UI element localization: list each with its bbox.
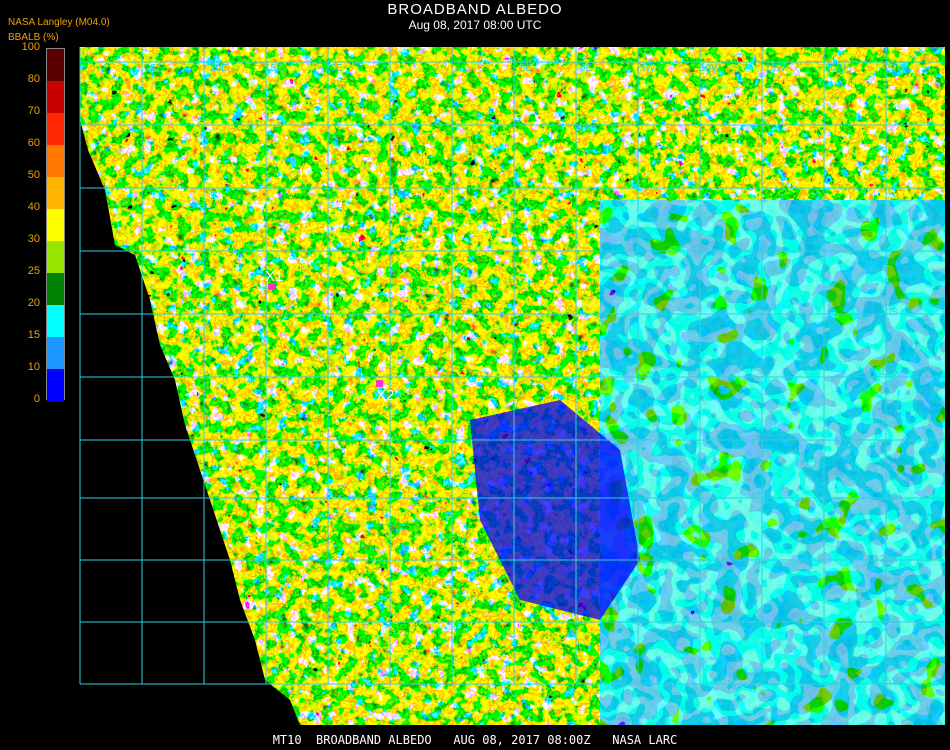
footer-caption: MT10 BROADBAND ALBEDO AUG 08, 2017 08:00… — [272, 733, 678, 747]
color-scale-band — [47, 145, 64, 178]
latitude-label: 20S — [880, 492, 898, 503]
longitude-label: 10W — [700, 63, 721, 74]
latitude-label: 10S — [880, 307, 898, 318]
longitude-label: 10E — [325, 63, 343, 74]
satellite-map: 25E 20E 15E 10E 5E 0E 5W 10W 15W 20W 25W 5S 10S 15S 2… — [79, 47, 945, 725]
longitude-label: 25W — [885, 63, 906, 74]
longitude-label: 0E — [580, 63, 593, 74]
color-scale-tick: 20 — [27, 297, 40, 309]
latitude-label: 25S — [880, 554, 898, 565]
color-scale-band — [47, 241, 64, 274]
color-scale-band — [47, 49, 64, 82]
color-scale-tick: 10 — [27, 361, 40, 373]
longitude-label: 25E — [145, 63, 163, 74]
color-scale-band — [47, 177, 64, 210]
color-scale-tick: 15 — [27, 329, 40, 341]
latitude-label: 30S — [880, 615, 898, 626]
albedo-map-viewer: 25E 20E 15E 10E 5E 0E 5W 10W 15W 20W 25W 5S 10S 15S 2… — [0, 0, 950, 750]
marker-x2-label: X2 — [376, 387, 395, 404]
color-scale-band — [47, 113, 64, 146]
color-scale-tick: 30 — [27, 233, 40, 245]
color-scale-tick: 50 — [27, 169, 40, 181]
color-scale-band — [47, 337, 64, 370]
color-scale-band — [47, 305, 64, 338]
latitude-label: 35S — [880, 676, 898, 687]
longitude-label: 20W — [825, 63, 846, 74]
color-scale-band — [47, 209, 64, 242]
latitude-label: 15S — [880, 367, 898, 378]
color-scale-tick: 60 — [27, 137, 40, 149]
map-title: BROADBAND ALBEDO — [387, 1, 563, 18]
longitude-label: 5E — [520, 63, 533, 74]
color-scale-tick: 80 — [27, 73, 40, 85]
longitude-label: 5W — [640, 63, 656, 74]
color-scale-tick: 25 — [27, 265, 40, 277]
longitude-label: 15W — [765, 63, 786, 74]
marker-x2-point — [376, 380, 383, 387]
color-scale-bar — [46, 48, 65, 402]
color-scale-tick: 0 — [33, 393, 40, 405]
color-scale-tick: 40 — [27, 201, 40, 213]
marker-x1-point — [268, 283, 275, 290]
color-scale-band — [47, 369, 64, 402]
data-source-label: NASA Langley (M04.0) — [8, 17, 110, 28]
color-scale-tick: 100 — [21, 41, 40, 53]
color-scale-tick: 70 — [27, 105, 40, 117]
color-scale-band — [47, 273, 64, 306]
map-datetime: Aug 08, 2017 08:00 UTC — [408, 18, 542, 32]
latitude-label: 5S — [880, 242, 893, 253]
color-scale-band — [47, 81, 64, 114]
longitude-label: 20E — [210, 63, 228, 74]
longitude-label: 15E — [265, 63, 283, 74]
